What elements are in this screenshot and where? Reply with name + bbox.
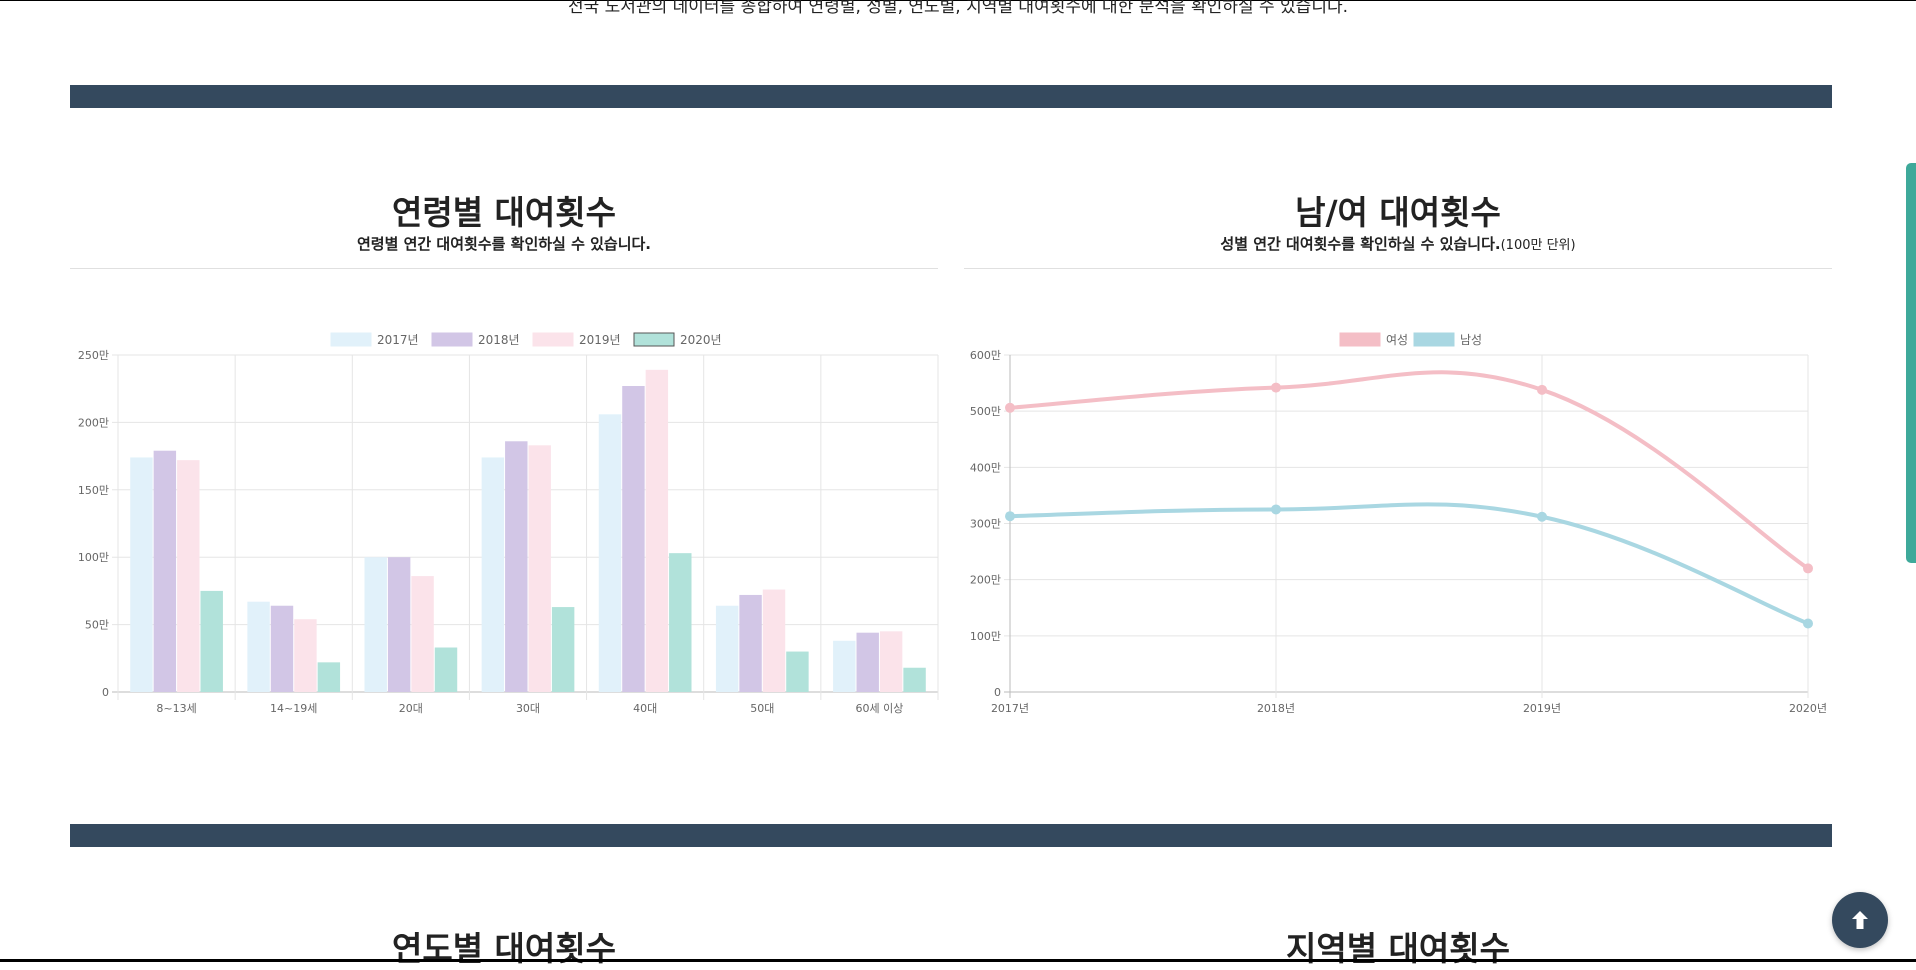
y-tick-label: 100만 [78, 551, 109, 564]
age-chart-subtitle: 연령별 연간 대여횟수를 확인하실 수 있습니다. [356, 235, 651, 253]
bar [317, 662, 341, 692]
bar [528, 445, 551, 692]
legend-label: 2017년 [377, 333, 419, 347]
section-band-bottom [70, 824, 1832, 847]
bar [598, 414, 622, 692]
bar [645, 369, 669, 692]
x-tick-label: 2020년 [1789, 702, 1827, 715]
y-tick-label: 200만 [78, 416, 109, 429]
arrow-up-icon [1852, 911, 1868, 929]
data-point [1005, 402, 1015, 413]
y-tick-label: 250만 [78, 349, 109, 362]
legend-label: 여성 [1386, 333, 1408, 347]
section-band-top [70, 85, 1832, 108]
regional-chart-title: 지역별 대여횟수 [1285, 929, 1510, 968]
x-tick-label: 60세 이상 [855, 702, 903, 715]
age-section-divider [70, 268, 938, 269]
bar [481, 457, 505, 692]
bar [247, 601, 270, 692]
y-tick-label: 400만 [970, 461, 1001, 474]
bar [387, 557, 411, 692]
bar [833, 640, 856, 692]
y-tick-label: 150만 [78, 484, 109, 497]
x-tick-label: 2019년 [1523, 702, 1561, 715]
age-bar-chart-svg: 0 50만 100만 150만 200만 250만 8~13세 14~19세 20대 30대 40대… [78, 332, 939, 715]
data-point [1005, 511, 1015, 522]
gender-line-chart-svg: 0 100만 200만 300만 400만 500만 600만 2017년 2018년 2019년… [970, 332, 1827, 715]
gender-subtitle-text: 성별 연간 대여횟수를 확인하실 수 있습니다. [1220, 235, 1501, 253]
bar [200, 590, 223, 692]
bar [622, 386, 645, 692]
bar [364, 557, 387, 692]
bar [739, 594, 762, 692]
scroll-to-top-button[interactable] [1832, 892, 1888, 948]
gender-chart-subtitle: 성별 연간 대여횟수를 확인하실 수 있습니다.(100만 단위) [964, 233, 1832, 254]
legend-swatch [1339, 332, 1381, 347]
bar [879, 631, 903, 692]
data-point [1537, 384, 1547, 395]
legend-label: 2018년 [478, 333, 520, 347]
age-bar-chart: 0 50만 100만 150만 200만 250만 8~13세 14~19세 20대 30대 40대… [70, 320, 939, 730]
data-point [1803, 618, 1813, 629]
y-tick-label: 200만 [970, 574, 1001, 587]
legend-swatch [330, 332, 372, 347]
y-tick-label: 500만 [970, 405, 1001, 418]
scrollbar-track[interactable] [1906, 0, 1916, 962]
bar [669, 553, 692, 692]
data-point [1803, 563, 1813, 574]
legend-swatch [633, 332, 675, 347]
x-tick-label: 20대 [399, 702, 423, 715]
age-chart-title: 연령별 대여횟수 [391, 193, 616, 232]
y-tick-label: 0 [102, 686, 109, 699]
legend-swatch [532, 332, 574, 347]
bar [762, 589, 786, 692]
x-tick-label: 30대 [516, 702, 540, 715]
legend-swatch [1413, 332, 1455, 347]
intro-text: 전국 도서관의 데이터를 종합하여 연령별, 성별, 연도별, 지역별 대여횟수… [567, 0, 1349, 17]
bar [903, 667, 926, 692]
legend-label: 2020년 [680, 333, 722, 347]
gender-line-chart: 0 100만 200만 300만 400만 500만 600만 2017년 2018년 2019년… [964, 320, 1832, 730]
bar [153, 450, 177, 692]
scrollbar-thumb[interactable] [1906, 163, 1916, 563]
data-point [1271, 504, 1281, 515]
data-point [1271, 382, 1281, 393]
series-line [1009, 370, 1810, 571]
unit-note: (100만 단위) [1500, 238, 1576, 253]
bar [294, 619, 317, 692]
bar [856, 632, 879, 692]
bar [786, 651, 809, 692]
x-tick-label: 8~13세 [156, 702, 196, 715]
series-line [1009, 502, 1809, 626]
y-tick-label: 0 [994, 686, 1001, 699]
legend-swatch [431, 332, 473, 347]
bar [505, 441, 528, 692]
bar [130, 457, 153, 692]
bar [434, 647, 458, 692]
x-tick-label: 50대 [750, 702, 774, 715]
gender-section-divider [964, 268, 1832, 269]
x-tick-label: 2017년 [991, 702, 1029, 715]
bar [177, 460, 200, 692]
y-tick-label: 300만 [970, 518, 1001, 531]
x-tick-label: 2018년 [1257, 702, 1295, 715]
y-tick-label: 600만 [970, 349, 1001, 362]
bar [411, 576, 434, 692]
y-tick-label: 50만 [85, 619, 109, 632]
legend-label: 2019년 [579, 333, 621, 347]
x-tick-label: 14~19세 [270, 702, 317, 715]
yearly-chart-title: 연도별 대여횟수 [391, 929, 616, 968]
bar [270, 605, 294, 692]
legend-label: 남성 [1460, 333, 1482, 347]
gender-chart-title: 남/여 대여횟수 [1295, 193, 1501, 232]
bar [715, 605, 739, 692]
x-tick-label: 40대 [633, 702, 657, 715]
bar [551, 607, 575, 692]
data-point [1537, 511, 1547, 522]
y-tick-label: 100만 [970, 630, 1001, 643]
